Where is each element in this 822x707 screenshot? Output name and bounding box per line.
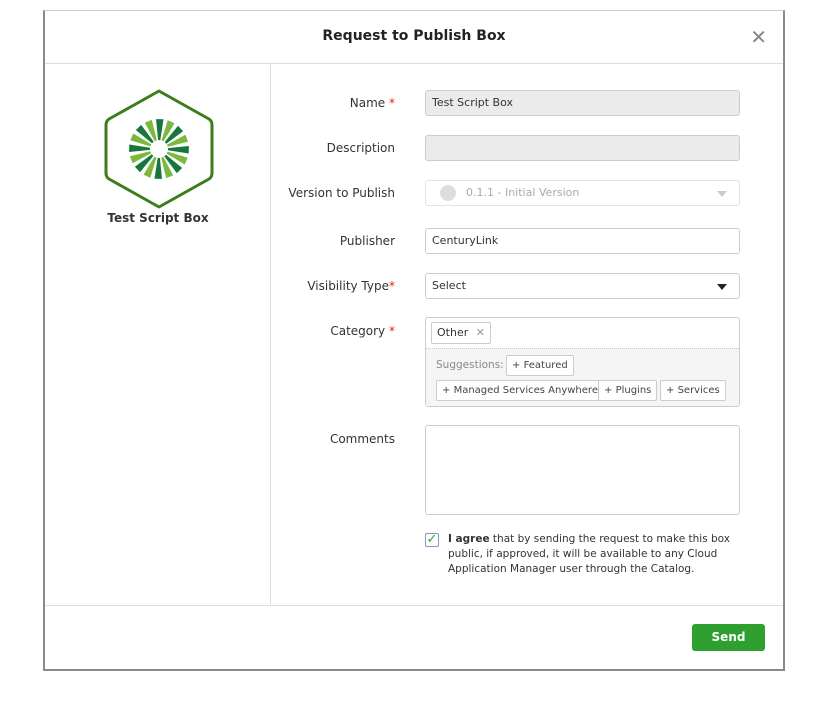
publish-dialog: Request to Publish Box ✕ Test Script Box… bbox=[43, 10, 785, 671]
suggestion-managed-services[interactable]: + Managed Services Anywhere bbox=[436, 380, 604, 401]
chevron-down-icon bbox=[717, 191, 727, 197]
comments-label: Comments bbox=[329, 432, 395, 446]
footer-divider bbox=[45, 605, 783, 606]
dialog-header: Request to Publish Box ✕ bbox=[45, 11, 783, 64]
user-icon bbox=[440, 185, 456, 201]
chevron-down-icon bbox=[717, 284, 727, 290]
suggestion-featured[interactable]: + Featured bbox=[506, 355, 574, 376]
dialog-title: Request to Publish Box bbox=[322, 28, 506, 44]
box-logo-icon bbox=[104, 89, 214, 209]
comments-textarea[interactable] bbox=[425, 425, 740, 515]
close-icon[interactable]: ✕ bbox=[750, 25, 767, 49]
suggestions-label: Suggestions: bbox=[436, 359, 504, 371]
publisher-input[interactable]: CenturyLink bbox=[425, 228, 740, 254]
agree-checkbox[interactable]: ✓ bbox=[425, 533, 439, 547]
name-label: Name * bbox=[349, 96, 395, 110]
box-summary: Test Script Box bbox=[45, 64, 271, 604]
logo-ray bbox=[156, 119, 164, 141]
category-label: Category * bbox=[330, 324, 395, 338]
remove-tag-icon[interactable]: ✕ bbox=[476, 326, 485, 339]
name-input[interactable]: Test Script Box bbox=[425, 90, 740, 116]
visibility-select[interactable]: Select bbox=[425, 273, 740, 299]
logo-ray bbox=[167, 146, 189, 154]
description-input[interactable] bbox=[425, 135, 740, 161]
suggestion-plugins[interactable]: + Plugins bbox=[598, 380, 658, 401]
description-label: Description bbox=[326, 141, 395, 155]
logo-ray bbox=[129, 144, 151, 152]
suggestion-services[interactable]: + Services bbox=[660, 380, 726, 401]
visibility-label: Visibility Type* bbox=[307, 279, 395, 293]
category-tag: Other ✕ bbox=[431, 322, 491, 344]
box-name: Test Script Box bbox=[107, 211, 209, 225]
visibility-value: Select bbox=[432, 279, 466, 292]
category-input[interactable]: Other ✕ Suggestions: + Featured + Manage… bbox=[425, 317, 740, 407]
version-select[interactable]: 0.1.1 - Initial Version bbox=[425, 180, 740, 206]
logo-ray bbox=[154, 157, 162, 179]
agree-text: I agree that by sending the request to m… bbox=[448, 533, 730, 575]
publisher-label: Publisher bbox=[339, 234, 395, 248]
send-button[interactable]: Send bbox=[692, 624, 765, 651]
suggestions: Suggestions: + Featured + Managed Servic… bbox=[426, 348, 739, 406]
version-value: 0.1.1 - Initial Version bbox=[466, 186, 580, 199]
version-label: Version to Publish bbox=[288, 186, 395, 200]
